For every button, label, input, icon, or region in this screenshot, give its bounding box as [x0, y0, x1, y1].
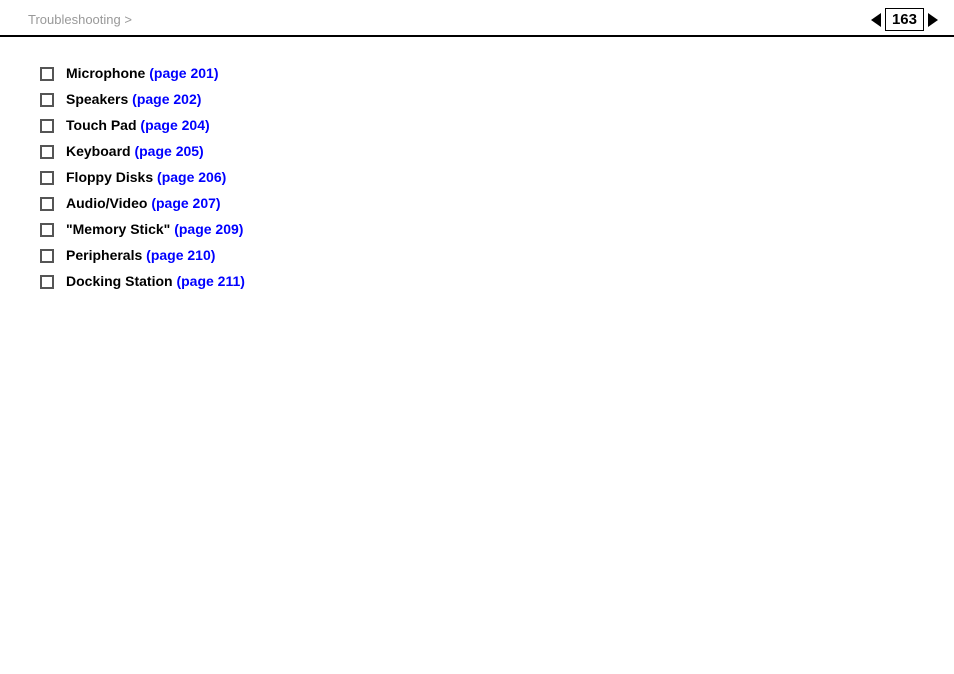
list-item: Audio/Video (page 207) — [40, 195, 914, 211]
item-label-1: Speakers (page 202) — [66, 91, 201, 107]
list-item: Docking Station (page 211) — [40, 273, 914, 289]
item-link-3[interactable]: (page 205) — [134, 143, 203, 159]
item-label-6: "Memory Stick" (page 209) — [66, 221, 243, 237]
item-link-0[interactable]: (page 201) — [149, 65, 218, 81]
page-number: 163 — [885, 8, 924, 31]
checkbox-icon — [40, 275, 54, 289]
checkbox-icon — [40, 119, 54, 133]
arrow-left-icon — [871, 13, 881, 27]
breadcrumb: Troubleshooting > — [28, 12, 132, 27]
checkbox-icon — [40, 249, 54, 263]
item-link-1[interactable]: (page 202) — [132, 91, 201, 107]
item-label-2: Touch Pad (page 204) — [66, 117, 210, 133]
page-header: Troubleshooting > 163 — [0, 0, 954, 37]
checkbox-icon — [40, 171, 54, 185]
items-list: Microphone (page 201) Speakers (page 202)… — [40, 65, 914, 289]
checkbox-icon — [40, 93, 54, 107]
item-link-7[interactable]: (page 210) — [146, 247, 215, 263]
list-item: Floppy Disks (page 206) — [40, 169, 914, 185]
item-label-7: Peripherals (page 210) — [66, 247, 215, 263]
item-label-4: Floppy Disks (page 206) — [66, 169, 226, 185]
page-number-container: 163 — [871, 8, 938, 31]
list-item: Speakers (page 202) — [40, 91, 914, 107]
checkbox-icon — [40, 145, 54, 159]
item-link-6[interactable]: (page 209) — [174, 221, 243, 237]
item-label-0: Microphone (page 201) — [66, 65, 218, 81]
list-item: Touch Pad (page 204) — [40, 117, 914, 133]
item-label-3: Keyboard (page 205) — [66, 143, 204, 159]
checkbox-icon — [40, 197, 54, 211]
main-content: Microphone (page 201) Speakers (page 202)… — [0, 37, 954, 319]
arrow-right-icon — [928, 13, 938, 27]
item-label-8: Docking Station (page 211) — [66, 273, 245, 289]
list-item: Keyboard (page 205) — [40, 143, 914, 159]
list-item: Microphone (page 201) — [40, 65, 914, 81]
item-link-2[interactable]: (page 204) — [140, 117, 209, 133]
item-link-8[interactable]: (page 211) — [176, 273, 244, 289]
checkbox-icon — [40, 223, 54, 237]
item-label-5: Audio/Video (page 207) — [66, 195, 221, 211]
checkbox-icon — [40, 67, 54, 81]
list-item: Peripherals (page 210) — [40, 247, 914, 263]
list-item: "Memory Stick" (page 209) — [40, 221, 914, 237]
item-link-5[interactable]: (page 207) — [151, 195, 220, 211]
item-link-4[interactable]: (page 206) — [157, 169, 226, 185]
